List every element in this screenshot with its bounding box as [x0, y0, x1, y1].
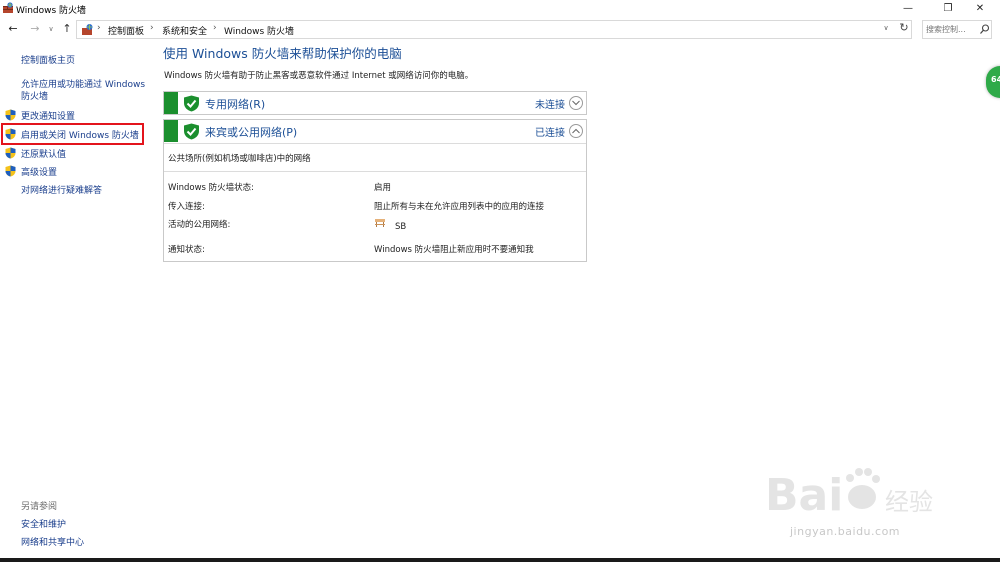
firewall-state-value: 启用 [374, 183, 392, 193]
change-notification-settings-link[interactable]: 更改通知设置 [21, 109, 75, 122]
public-network-status: 已连接 [535, 128, 565, 139]
svg-text:Bai: Bai [765, 470, 843, 521]
firewall-app-icon [3, 2, 13, 13]
breadcrumb-windows-firewall[interactable]: Windows 防火墙 [224, 24, 294, 37]
incoming-connections-label: 传入连接: [168, 202, 205, 212]
refresh-button[interactable]: ↻ [897, 20, 911, 36]
expand-chevron-icon[interactable] [569, 96, 583, 110]
allow-app-through-firewall-link[interactable]: 允许应用或功能通过 Windows 防火墙 [21, 79, 151, 103]
status-bar-green [164, 92, 178, 114]
public-network-bench-icon [375, 219, 385, 227]
public-network-title[interactable]: 来宾或公用网络(P) [205, 124, 297, 140]
private-network-title: 专用网络(R) [205, 98, 266, 111]
private-network-status: 未连接 [535, 100, 565, 111]
control-panel-icon [82, 24, 93, 35]
title-bar: Windows 防火墙 — ❐ ✕ [0, 0, 1000, 17]
forward-button[interactable]: → [28, 21, 42, 37]
uac-shield-icon [5, 165, 16, 177]
divider [164, 143, 586, 144]
troubleshoot-network-link[interactable]: 对网络进行疑难解答 [21, 183, 102, 196]
security-maintenance-link[interactable]: 安全和维护 [21, 517, 66, 530]
breadcrumb-separator: › [213, 23, 217, 33]
uac-shield-icon [5, 128, 16, 140]
restore-defaults-link[interactable]: 还原默认值 [21, 147, 66, 160]
network-sharing-center-link[interactable]: 网络和共享中心 [21, 535, 84, 548]
breadcrumb-system-security[interactable]: 系统和安全 [162, 24, 207, 37]
badge-text: 64 [991, 75, 1000, 84]
notification-state-label: 通知状态: [168, 245, 205, 255]
breadcrumb-separator: › [97, 23, 101, 33]
see-also-heading: 另请参阅 [21, 502, 58, 512]
public-network-panel: 来宾或公用网络(P) 已连接 公共场所(例如机场或咖啡店)中的网络 Window… [163, 119, 587, 262]
recent-locations-dropdown[interactable]: ∨ [44, 21, 58, 37]
taskbar-edge [0, 558, 1000, 562]
firewall-state-label: Windows 防火墙状态: [168, 183, 255, 193]
notification-state-value: Windows 防火墙阻止新应用时不要通知我 [374, 245, 534, 255]
advanced-settings-link[interactable]: 高级设置 [21, 165, 57, 178]
maximize-button[interactable]: ❐ [930, 0, 966, 17]
green-shield-check-icon [184, 95, 199, 112]
svg-text:经验: 经验 [885, 488, 933, 516]
left-navigation-pane: 控制面板主页 允许应用或功能通过 Windows 防火墙 更改通知设置 启用或关… [0, 42, 160, 562]
window-title: Windows 防火墙 [16, 6, 87, 16]
search-box[interactable] [922, 20, 992, 39]
turn-firewall-on-off-link[interactable]: 启用或关闭 Windows 防火墙 [21, 128, 139, 141]
search-icon[interactable] [979, 23, 990, 36]
control-panel-home-link[interactable]: 控制面板主页 [21, 53, 75, 66]
incoming-connections-value: 阻止所有与未在允许应用列表中的应用的连接 [374, 202, 545, 212]
watermark-url: jingyan.baidu.com [790, 525, 901, 538]
floating-speed-badge[interactable]: 64 [986, 66, 1000, 98]
uac-shield-icon [5, 147, 16, 159]
uac-shield-icon [5, 109, 16, 121]
address-bar[interactable]: › 控制面板 › 系统和安全 › Windows 防火墙 [76, 20, 912, 39]
minimize-button[interactable]: — [890, 0, 926, 17]
address-history-dropdown[interactable]: ∨ [880, 20, 892, 36]
active-public-network-label: 活动的公用网络: [168, 220, 231, 230]
page-description: Windows 防火墙有助于防止黑客或恶意软件通过 Internet 或网络访问… [164, 71, 474, 81]
public-network-description: 公共场所(例如机场或咖啡店)中的网络 [168, 154, 311, 164]
search-input[interactable] [926, 22, 978, 37]
green-shield-check-icon [184, 123, 199, 140]
private-network-panel[interactable]: 专用网络(R) 未连接 [163, 91, 587, 115]
page-title: 使用 Windows 防火墙来帮助保护你的电脑 [163, 46, 402, 61]
back-button[interactable]: ← [6, 21, 20, 37]
active-public-network-value: SB [395, 222, 407, 232]
status-bar-green [164, 120, 178, 142]
up-button[interactable]: ↑ [60, 21, 74, 37]
breadcrumb-control-panel[interactable]: 控制面板 [108, 24, 144, 37]
collapse-chevron-icon[interactable] [569, 124, 583, 138]
divider [164, 171, 586, 172]
breadcrumb-separator: › [150, 23, 154, 33]
close-button[interactable]: ✕ [962, 0, 998, 17]
navigation-bar: ← → ∨ ↑ › 控制面板 › 系统和安全 › Windows 防火墙 ∨ ↻ [0, 18, 1000, 40]
